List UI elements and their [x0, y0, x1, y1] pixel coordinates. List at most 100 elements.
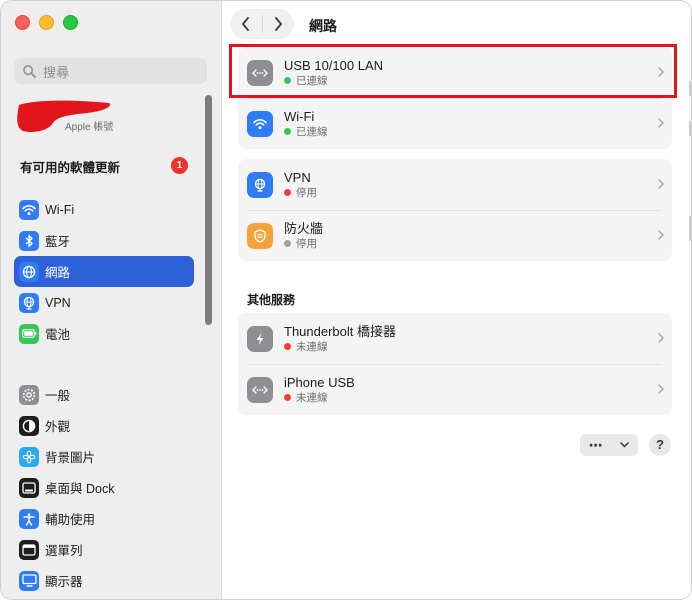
service-row[interactable]: Wi-Fi 已連線 — [238, 98, 672, 149]
sidebar-item-label: VPN — [45, 295, 71, 310]
globe-icon — [19, 261, 39, 282]
other-services-title: 其他服務 — [247, 293, 296, 307]
service-row[interactable]: 防火牆 停用 — [238, 210, 672, 261]
navigation-buttons — [230, 9, 294, 39]
flower-icon — [19, 446, 39, 467]
close-window-button[interactable] — [15, 15, 30, 30]
sidebar-section-gap — [14, 349, 194, 379]
minimize-window-button[interactable] — [39, 15, 54, 30]
battery-icon — [19, 323, 39, 344]
sidebar-item-6[interactable]: 外觀 — [14, 410, 194, 441]
accessibility-icon — [19, 508, 39, 529]
vpn-globe-icon — [19, 292, 39, 313]
service-row[interactable]: VPN 停用 — [238, 159, 672, 210]
account-label: Apple 帳號 — [65, 122, 114, 133]
more-label: ⋯ — [588, 436, 603, 453]
service-text: Thunderbolt 橋接器 未連線 — [284, 324, 396, 354]
sidebar-scrollbar[interactable] — [205, 95, 212, 325]
sidebar-item-8[interactable]: 桌面與 Dock — [14, 472, 194, 503]
service-status: 未連線 — [284, 340, 396, 354]
edge-decoration — [689, 81, 691, 241]
chevron-right-icon — [658, 179, 664, 189]
search-field[interactable]: 搜尋 — [14, 58, 207, 84]
services-group-2: VPN 停用 防火牆 停用 — [238, 159, 672, 261]
sidebar-list: Wi-Fi 藍牙網路 VPN 電池一般外觀背景圖片桌面與 Dock 輔助使用選單列顯示器… — [14, 194, 194, 599]
service-status-text: 已連線 — [296, 125, 328, 138]
software-update-label: 有可用的軟體更新 — [20, 160, 121, 175]
zoom-window-button[interactable] — [63, 15, 78, 30]
sidebar-item-1[interactable]: 藍牙 — [14, 225, 194, 256]
service-row[interactable]: Thunderbolt 橋接器 未連線 — [238, 313, 672, 364]
sidebar-item-label: 桌面與 Dock — [45, 482, 115, 496]
appearance-icon — [19, 415, 39, 436]
sidebar-item-label: 電池 — [45, 328, 71, 342]
firewall-icon — [247, 222, 273, 249]
service-name: Wi-Fi — [284, 108, 315, 124]
dock-icon — [19, 477, 39, 498]
service-name: iPhone USB — [284, 374, 355, 390]
service-status-text: 停用 — [296, 237, 317, 250]
service-row[interactable]: iPhone USB 未連線 — [238, 364, 672, 415]
service-status: 未連線 — [284, 391, 355, 405]
chevron-right-icon — [658, 230, 664, 240]
search-placeholder: 搜尋 — [43, 64, 70, 80]
back-button[interactable] — [230, 9, 262, 39]
sidebar-item-5[interactable]: 一般 — [14, 379, 194, 410]
sidebar-item-9[interactable]: 輔助使用 — [14, 503, 194, 534]
page-title: 網路 — [309, 18, 337, 34]
gear-icon — [19, 384, 39, 405]
thunderbolt-icon — [247, 325, 273, 352]
service-status-text: 未連線 — [296, 391, 328, 404]
sidebar-item-2[interactable]: 網路 — [14, 256, 194, 287]
other-services-group: Thunderbolt 橋接器 未連線 iPhone USB 未連線 — [238, 313, 672, 415]
sidebar-item-11[interactable]: 顯示器 — [14, 565, 194, 596]
service-status: 已連線 — [284, 125, 328, 139]
status-dot — [284, 128, 291, 135]
service-status: 停用 — [284, 237, 323, 251]
display-icon — [19, 570, 39, 591]
chevron-right-icon — [658, 118, 664, 128]
chevron-right-icon — [658, 333, 664, 343]
help-button[interactable]: ? — [649, 434, 671, 456]
sidebar-item-4[interactable]: 電池 — [14, 318, 194, 349]
more-actions-button[interactable]: ⋯ — [580, 434, 638, 456]
chevron-right-icon — [658, 384, 664, 394]
service-text: Wi-Fi 已連線 — [284, 109, 328, 139]
apple-account[interactable]: Apple 帳號 — [17, 97, 207, 137]
wifi-icon — [19, 199, 39, 220]
service-name: Thunderbolt 橋接器 — [284, 323, 396, 339]
service-text: VPN 停用 — [284, 170, 317, 200]
wifi-icon — [247, 110, 273, 137]
service-status-text: 未連線 — [296, 340, 328, 353]
search-icon — [23, 64, 36, 78]
vpn-globe-icon — [247, 171, 273, 198]
sidebar-item-label: 外觀 — [45, 420, 71, 434]
sidebar-item-label: 顯示器 — [45, 575, 83, 589]
bluetooth-icon — [19, 230, 39, 251]
sidebar-item-label: 輔助使用 — [45, 513, 96, 527]
chevron-right-icon — [275, 17, 283, 31]
sidebar-item-12[interactable]: Apple Intelligence與Siri — [14, 596, 194, 599]
sidebar-item-10[interactable]: 選單列 — [14, 534, 194, 565]
sidebar-item-0[interactable]: Wi-Fi — [14, 194, 194, 225]
sidebar-item-label: Wi-Fi — [45, 202, 75, 217]
service-text: 防火牆 停用 — [284, 221, 323, 251]
service-text: iPhone USB 未連線 — [284, 375, 355, 405]
sidebar-item-label: 選單列 — [45, 544, 83, 558]
status-dot — [284, 343, 291, 350]
sidebar-item-label: 背景圖片 — [45, 451, 96, 465]
window-controls — [15, 15, 78, 30]
sidebar-item-3[interactable]: VPN — [14, 287, 194, 318]
sidebar-item-label: 藍牙 — [45, 235, 71, 249]
chevron-left-icon — [241, 17, 249, 31]
sidebar-item-7[interactable]: 背景圖片 — [14, 441, 194, 472]
forward-button[interactable] — [262, 9, 294, 39]
status-dot — [284, 240, 291, 247]
chevron-down-icon — [620, 442, 629, 448]
service-status-text: 停用 — [296, 186, 317, 199]
software-update-row[interactable]: 有可用的軟體更新 1 — [20, 157, 188, 175]
sidebar: 搜尋 Apple 帳號 有可用的軟體更新 1 Wi-Fi 藍牙網路 VPN 電池一般外… — [1, 1, 222, 599]
service-name: 防火牆 — [284, 220, 324, 236]
sidebar-item-label: 網路 — [45, 266, 71, 280]
status-dot — [284, 394, 291, 401]
